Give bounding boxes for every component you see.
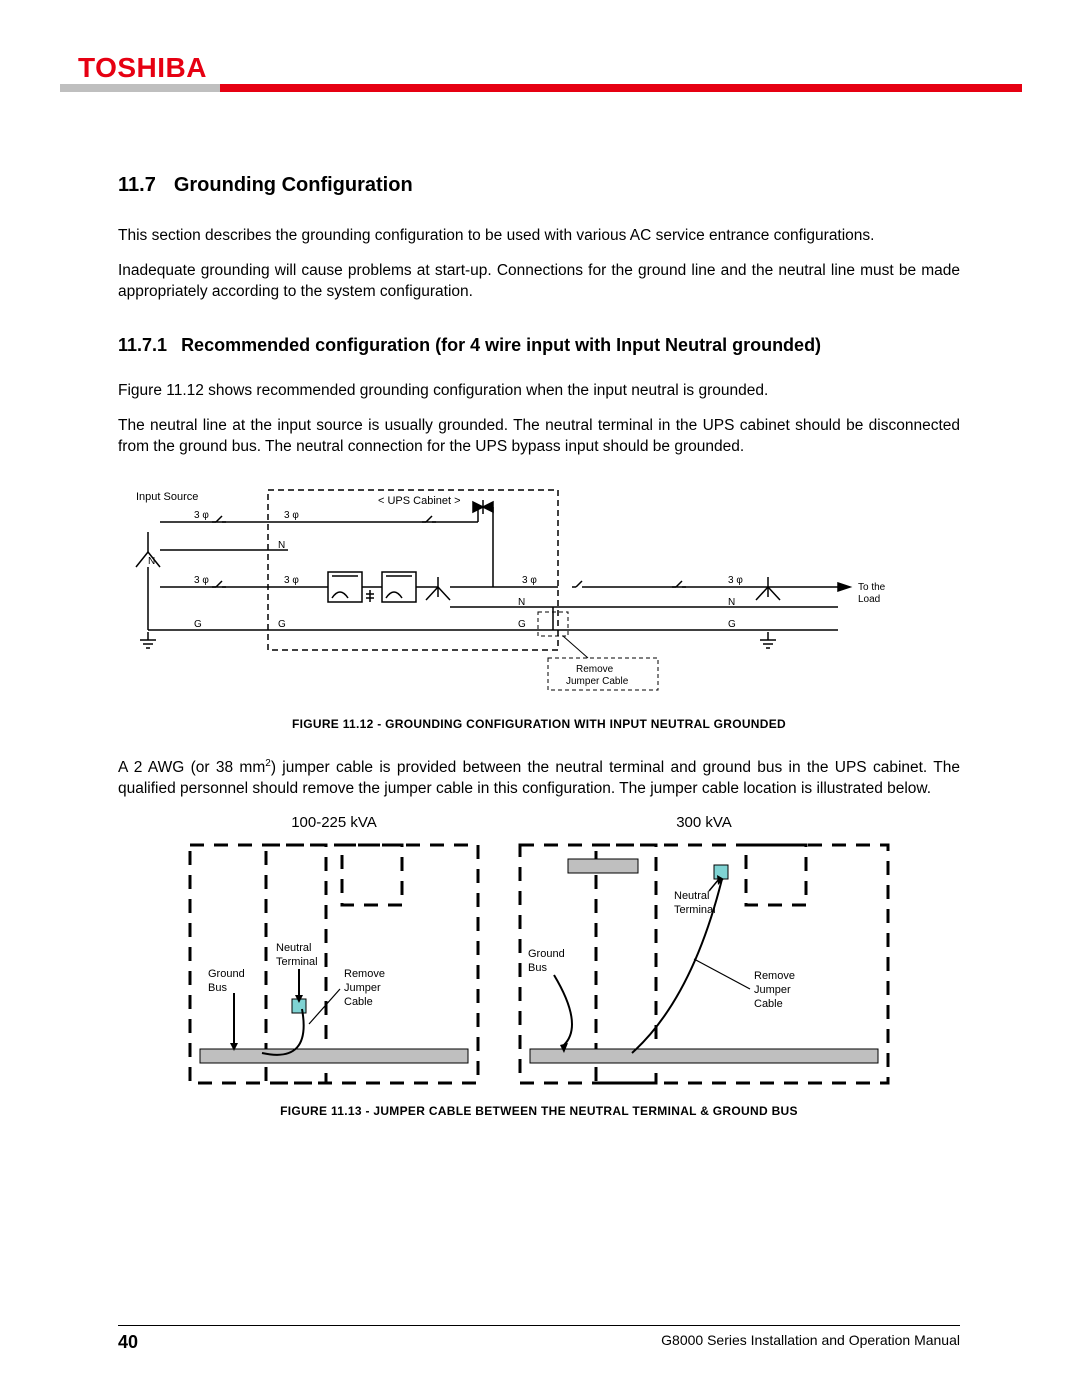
grounding-schematic-svg: < UPS Cabinet > Input Source — [118, 472, 960, 702]
figure-12-caption: FIGURE 11.12 - GROUNDING CONFIGURATION W… — [118, 717, 960, 731]
label-ground-bus: Bus — [208, 982, 227, 994]
label-n: N — [278, 540, 285, 551]
page-footer: 40 G8000 Series Installation and Operati… — [118, 1325, 960, 1353]
label-ground-bus: Ground — [528, 948, 565, 960]
label-remove-jumper: Cable — [754, 998, 783, 1010]
label-ups-cabinet: < UPS Cabinet > — [378, 495, 461, 507]
label-3phi: 3 φ — [522, 575, 537, 586]
jumper-left-svg: Ground Bus Neutral Terminal Remove Jumpe… — [184, 839, 484, 1089]
label-100-225-kva: 100-225 kVA — [184, 814, 484, 831]
paragraph: A 2 AWG (or 38 mm2) jumper cable is prov… — [118, 757, 960, 800]
label-n: N — [148, 556, 155, 567]
label-remove: Remove — [576, 664, 614, 675]
label-g: G — [728, 619, 736, 630]
label-3phi: 3 φ — [284, 510, 299, 521]
label-remove-jumper: Cable — [344, 996, 373, 1008]
label-n: N — [728, 597, 735, 608]
label-remove-jumper: Jumper — [754, 984, 791, 996]
label-ground-bus: Bus — [528, 962, 547, 974]
header-rule — [0, 84, 1080, 92]
section-title: Grounding Configuration — [174, 174, 413, 196]
paragraph: This section describes the grounding con… — [118, 226, 960, 247]
label-neutral-terminal: Neutral — [674, 890, 709, 902]
figure-11-12: < UPS Cabinet > Input Source — [118, 472, 960, 707]
label-ground-bus: Ground — [208, 968, 245, 980]
label-3phi: 3 φ — [194, 510, 209, 521]
label-remove-jumper: Jumper — [344, 982, 381, 994]
subsection-title: Recommended configuration (for 4 wire in… — [181, 335, 821, 355]
label-n: N — [518, 597, 525, 608]
label-3phi: 3 φ — [194, 575, 209, 586]
content-area: 11.7 Grounding Configuration This section… — [118, 160, 960, 1144]
label-remove-jumper: Remove — [754, 970, 795, 982]
label-g: G — [278, 619, 286, 630]
label-3phi: 3 φ — [728, 575, 743, 586]
jumper-right-svg: Neutral Terminal Ground Bus Remove Jumpe… — [514, 839, 894, 1089]
label-neutral-terminal: Terminal — [674, 904, 716, 916]
label-g: G — [518, 619, 526, 630]
figure-11-13: 100-225 kVA Ground Bus Neutra — [118, 814, 960, 1094]
label-neutral-terminal: Neutral — [276, 942, 311, 954]
label-300-kva: 300 kVA — [514, 814, 894, 831]
label-input-source: Input Source — [136, 491, 198, 503]
subsection-heading: 11.7.1 Recommended configuration (for 4 w… — [118, 333, 960, 357]
page-number: 40 — [118, 1332, 138, 1353]
label-remove-jumper: Remove — [344, 968, 385, 980]
label-jumper-cable: Jumper Cable — [566, 676, 629, 687]
brand-logo: TOSHIBA — [78, 52, 207, 84]
label-to-load: To the — [858, 582, 886, 593]
manual-title: G8000 Series Installation and Operation … — [661, 1332, 960, 1353]
figure-13-caption: FIGURE 11.13 - JUMPER CABLE BETWEEN THE … — [118, 1104, 960, 1118]
subsection-number: 11.7.1 — [118, 335, 167, 355]
section-heading: 11.7 Grounding Configuration — [118, 170, 960, 198]
page: TOSHIBA 11.7 Grounding Configuration This… — [0, 0, 1080, 1397]
paragraph: The neutral line at the input source is … — [118, 416, 960, 458]
label-neutral-terminal: Terminal — [276, 956, 318, 968]
label-g: G — [194, 619, 202, 630]
section-number: 11.7 — [118, 174, 156, 196]
label-3phi: 3 φ — [284, 575, 299, 586]
label-to-load: Load — [858, 594, 880, 605]
paragraph: Figure 11.12 shows recommended grounding… — [118, 381, 960, 402]
paragraph: Inadequate grounding will cause problems… — [118, 261, 960, 303]
